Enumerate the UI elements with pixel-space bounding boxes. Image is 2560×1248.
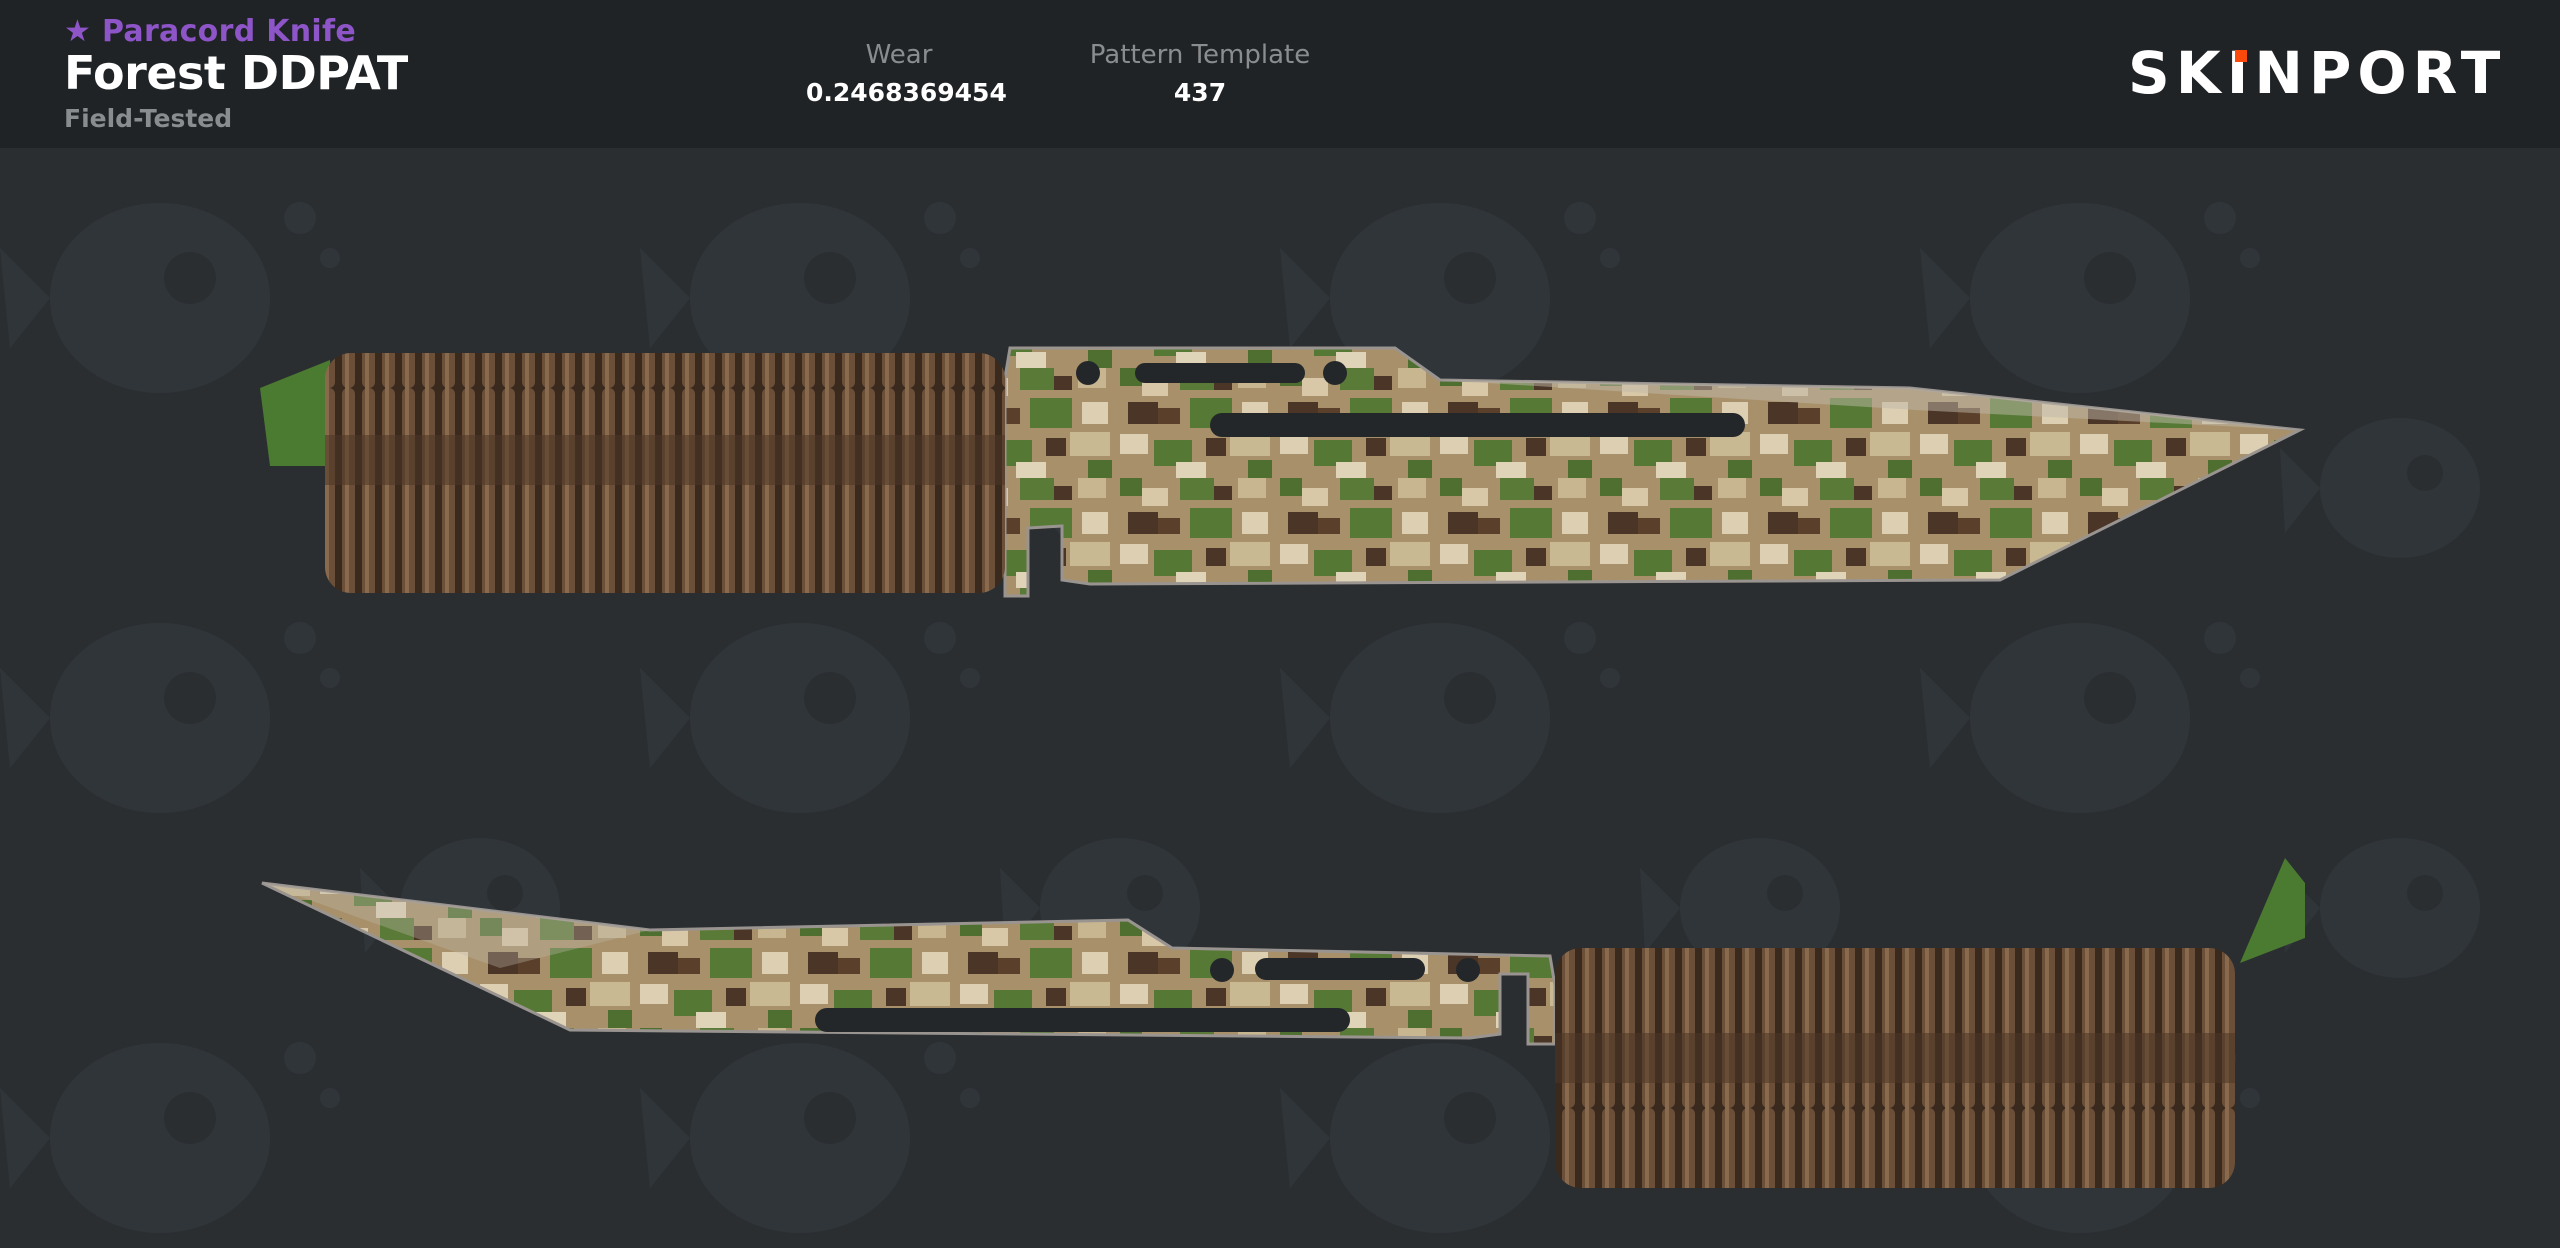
wear-label: Wear: [865, 40, 933, 70]
paracord-wrap: [325, 435, 1005, 485]
blade-slot-lower: [815, 1008, 1350, 1032]
skinport-logo: SKI NPORT: [2128, 44, 2506, 102]
showcase-canvas: [0, 148, 2560, 1248]
paracord-wrap: [1555, 1033, 2235, 1083]
blade-hole: [1210, 958, 1234, 982]
knife-showcase: [0, 148, 2560, 1248]
logo-accent-mark: [2234, 50, 2247, 62]
logo-text-left: SK: [2128, 39, 2227, 107]
pattern-value: 437: [1173, 78, 1227, 107]
item-type-label: ★ Paracord Knife: [64, 14, 356, 49]
wear-condition: Field-Tested: [64, 104, 233, 133]
blade-hole: [1323, 361, 1347, 385]
blade-hole: [1456, 958, 1480, 982]
item-header: ★ Paracord Knife Forest DDPAT Field-Test…: [0, 0, 2560, 148]
logo-text-right: NPORT: [2254, 39, 2507, 107]
logo-letter-i: I: [2226, 39, 2255, 107]
wear-stat: Wear 0.2468369454: [806, 40, 1007, 107]
blade-slot-upper: [1255, 958, 1425, 980]
blade-hole: [1076, 361, 1100, 385]
wear-value: 0.2468369454: [806, 78, 1007, 107]
pattern-label: Pattern Template: [1089, 40, 1311, 70]
pattern-stat: Pattern Template 437: [1080, 40, 1320, 107]
item-name: Forest DDPAT: [64, 46, 408, 100]
blade-slot-lower: [1210, 413, 1745, 437]
blade-slot-upper: [1135, 363, 1305, 383]
